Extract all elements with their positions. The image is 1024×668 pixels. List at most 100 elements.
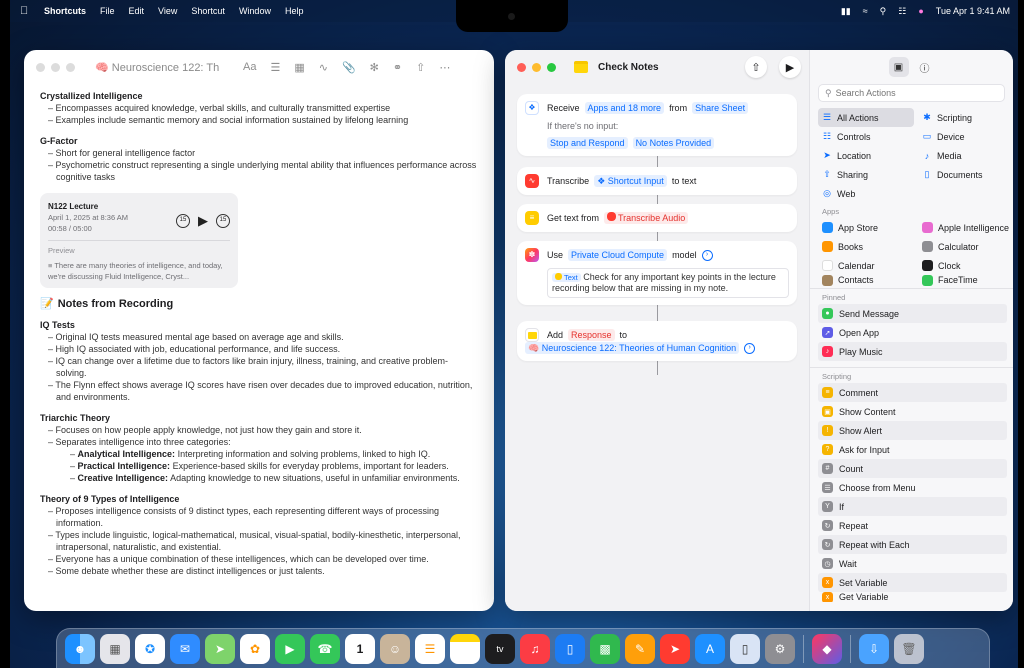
minimize-button[interactable] — [532, 62, 541, 72]
prompt-field[interactable]: Text Check for any important key points … — [547, 268, 789, 298]
finder-icon[interactable]: ☻ — [65, 634, 95, 664]
response-token[interactable]: No Notes Provided — [632, 137, 715, 149]
script-ask-for-input[interactable]: ? Ask for Input — [818, 440, 1007, 459]
category-device[interactable]: ▭ Device — [918, 127, 1013, 146]
zoom-button[interactable] — [547, 62, 556, 72]
maps-icon[interactable]: ➤ — [205, 634, 235, 664]
stop-token[interactable]: Stop and Respond — [547, 137, 628, 149]
script-if[interactable]: Y If — [818, 497, 1007, 516]
category-web[interactable]: ◎ Web — [818, 184, 914, 203]
app-apple-intelligence[interactable]: Apple Intelligence — [918, 218, 1013, 237]
script-comment[interactable]: ≡ Comment — [818, 383, 1007, 402]
checklist-icon[interactable]: ☰ — [270, 61, 280, 74]
skip-forward-icon[interactable]: 15 — [216, 213, 230, 228]
note-content[interactable]: Crystallized Intelligence – Encompasses … — [24, 84, 494, 577]
note-target-token[interactable]: 🧠 Neuroscience 122: Theories of Human Co… — [525, 342, 740, 354]
facetime-icon[interactable]: ▶ — [275, 634, 305, 664]
phone-icon[interactable]: ☎ — [310, 634, 340, 664]
action-receive[interactable]: ❖ Receive Apps and 18 more from Share Sh… — [517, 94, 797, 156]
system-settings-icon[interactable]: ⚙ — [765, 634, 795, 664]
category-media[interactable]: ♪ Media — [918, 146, 1013, 165]
battery-icon[interactable]: ▮▮ — [841, 6, 851, 17]
script-wait[interactable]: ◷ Wait — [818, 554, 1007, 573]
chevron-right-icon[interactable]: › — [744, 342, 756, 354]
app-store-icon[interactable]: A — [695, 634, 725, 664]
share-icon[interactable]: ⇧ — [416, 61, 425, 74]
menu-edit[interactable]: Edit — [129, 6, 145, 16]
skip-back-icon[interactable]: 15 — [176, 213, 190, 228]
audio-waveform-icon[interactable]: ∿ — [319, 61, 328, 74]
collaborate-icon[interactable]: ⚭ — [393, 61, 402, 74]
minimize-button[interactable] — [51, 62, 60, 72]
shortcuts-icon[interactable]: ◆ — [812, 634, 842, 664]
numbers-icon[interactable]: ▩ — [590, 634, 620, 664]
script-show-content[interactable]: ▣ Show Content — [818, 402, 1007, 421]
run-button[interactable]: ▶ — [779, 56, 801, 78]
app-clock[interactable]: Clock — [918, 256, 1013, 275]
format-text-icon[interactable]: Aa — [243, 61, 256, 74]
chevron-right-icon[interactable]: › — [701, 249, 713, 261]
writing-tools-icon[interactable]: ✻ — [370, 61, 379, 74]
zoom-button[interactable] — [66, 62, 75, 72]
mail-icon[interactable]: ✉ — [170, 634, 200, 664]
category-scripting[interactable]: ✱ Scripting — [918, 108, 1013, 127]
app-contacts[interactable]: Contacts — [818, 275, 914, 286]
music-icon[interactable]: ♫ — [520, 634, 550, 664]
share-button[interactable]: ⇧ — [745, 56, 767, 78]
input-types-token[interactable]: Apps and 18 more — [584, 102, 665, 114]
details-tab[interactable]: ⓘ — [915, 57, 935, 77]
tv-icon[interactable]: tv — [485, 634, 515, 664]
close-button[interactable] — [36, 62, 45, 72]
close-button[interactable] — [517, 62, 526, 72]
script-show-alert[interactable]: ! Show Alert — [818, 421, 1007, 440]
launchpad-icon[interactable]: ▦ — [100, 634, 130, 664]
pages-icon[interactable]: ✎ — [625, 634, 655, 664]
search-field[interactable]: ⚲ — [818, 84, 1005, 102]
spotlight-icon[interactable]: ⚲ — [880, 6, 887, 17]
action-transcribe[interactable]: ∿ Transcribe ❖ Shortcut Input to text — [517, 167, 797, 195]
app-calculator[interactable]: Calculator — [918, 237, 1013, 256]
script-repeat[interactable]: ↻ Repeat — [818, 516, 1007, 535]
category-documents[interactable]: ▯ Documents — [918, 165, 1013, 184]
category-sharing[interactable]: ⇧ Sharing — [818, 165, 914, 184]
script-repeat-with-each[interactable]: ↻ Repeat with Each — [818, 535, 1007, 554]
menu-clock[interactable]: Tue Apr 1 9:41 AM — [936, 6, 1010, 16]
iphone-mirroring-icon[interactable]: ▯ — [730, 634, 760, 664]
transcribe-audio-token[interactable]: Transcribe Audio — [604, 212, 689, 224]
menu-file[interactable]: File — [100, 6, 115, 16]
wifi-icon[interactable]: ≈ — [863, 6, 868, 16]
action-get-text[interactable]: ≡ Get text from Transcribe Audio — [517, 204, 797, 232]
rocket-icon[interactable]: ➤ — [660, 634, 690, 664]
reminders-icon[interactable]: ☰ — [415, 634, 445, 664]
table-icon[interactable]: ▦ — [294, 61, 304, 74]
category-location[interactable]: ➤ Location — [818, 146, 914, 165]
notes-icon[interactable] — [450, 634, 480, 664]
action-use-model[interactable]: ✽ Use Private Cloud Compute model › Text… — [517, 241, 797, 305]
trash-icon[interactable]: 🗑 — [894, 634, 924, 664]
app-books[interactable]: Books — [818, 237, 914, 256]
siri-icon[interactable]: ● — [918, 6, 923, 16]
model-token[interactable]: Private Cloud Compute — [568, 249, 668, 261]
action-add-to-note[interactable]: Add Response to 🧠 Neuroscience 122: Theo… — [517, 321, 797, 361]
audio-recording-card[interactable]: N122 Lecture April 1, 2025 at 8:36 AM 00… — [40, 193, 238, 288]
menu-window[interactable]: Window — [239, 6, 271, 16]
library-tab[interactable]: ▣ — [888, 57, 909, 77]
apple-menu-icon[interactable]:  — [20, 5, 32, 17]
menu-app-name[interactable]: Shortcuts — [44, 6, 86, 16]
pinned-send-message[interactable]: ● Send Message — [818, 304, 1007, 323]
script-choose-from-menu[interactable]: ☰ Choose from Menu — [818, 478, 1007, 497]
source-token[interactable]: Share Sheet — [692, 102, 749, 114]
search-input[interactable] — [835, 88, 986, 98]
more-icon[interactable]: ⋯ — [439, 61, 450, 74]
menu-view[interactable]: View — [158, 6, 177, 16]
attachment-icon[interactable]: 📎 — [342, 61, 356, 74]
pinned-open-app[interactable]: ➚ Open App — [818, 323, 1007, 342]
safari-icon[interactable]: ✪ — [135, 634, 165, 664]
response-var-token[interactable]: Response — [568, 329, 615, 341]
calendar-icon[interactable]: 1 — [345, 634, 375, 664]
downloads-folder-icon[interactable]: ⇩ — [859, 634, 889, 664]
app-facetime[interactable]: FaceTime — [918, 275, 1013, 286]
category-controls[interactable]: ☷ Controls — [818, 127, 914, 146]
script-set-variable[interactable]: x Set Variable — [818, 573, 1007, 592]
menu-help[interactable]: Help — [285, 6, 304, 16]
